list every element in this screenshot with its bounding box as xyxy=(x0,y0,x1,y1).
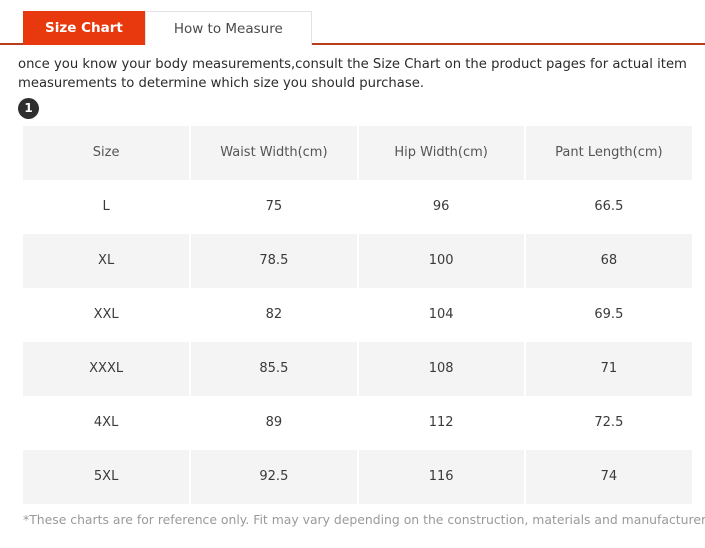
column-header-size: Size xyxy=(23,125,192,180)
cell-waist-width: 82 xyxy=(190,287,359,342)
column-header-waist-width: Waist Width(cm) xyxy=(190,125,359,180)
cell-pant-length: 74 xyxy=(600,469,618,485)
table-row: XL 78.5 100 68 xyxy=(23,233,692,288)
cell-hip-width: 96 xyxy=(357,179,526,234)
cell-hip-width: 112 xyxy=(357,395,526,450)
cell-size: XXL xyxy=(23,287,192,342)
tab-size-chart[interactable]: Size Chart xyxy=(23,11,145,45)
cell-size: XL xyxy=(23,233,192,288)
cell-waist-width: 75 xyxy=(190,179,359,234)
cell-size: 5XL xyxy=(23,449,192,504)
cell-hip-width: 116 xyxy=(357,449,526,504)
table-header-row: Size Waist Width(cm) Hip Width(cm) Pant … xyxy=(23,125,692,180)
cell-size: XXXL xyxy=(23,341,192,396)
tab-how-to-measure-label: How to Measure xyxy=(173,20,283,37)
description-text: once you know your body measurements,con… xyxy=(18,57,687,91)
column-header-pant-length: Pant Length(cm) xyxy=(555,145,663,161)
table-row: L 75 96 66.5 xyxy=(23,179,692,234)
cell-hip-width: 108 xyxy=(357,341,526,396)
cell-hip-width: 104 xyxy=(357,287,526,342)
size-table-body: L 75 96 66.5 XL 78.5 100 68 XXL 82 104 6… xyxy=(23,179,692,504)
cell-pant-length: 72.5 xyxy=(594,415,624,431)
tab-how-to-measure[interactable]: How to Measure xyxy=(144,11,312,45)
tab-size-chart-label: Size Chart xyxy=(45,20,123,36)
cell-waist-width: 85.5 xyxy=(190,341,359,396)
step-badge-row: 1 xyxy=(0,93,705,119)
column-header-hip-width: Hip Width(cm) xyxy=(357,125,526,180)
size-table: Size Waist Width(cm) Hip Width(cm) Pant … xyxy=(23,125,692,504)
cell-waist-width: 78.5 xyxy=(190,233,359,288)
table-row: XXXL 85.5 108 71 xyxy=(23,341,692,396)
cell-pant-length: 66.5 xyxy=(594,199,624,215)
size-table-head: Size Waist Width(cm) Hip Width(cm) Pant … xyxy=(23,125,692,180)
cell-size: 4XL xyxy=(23,395,192,450)
cell-waist-width: 92.5 xyxy=(190,449,359,504)
footnote-text: *These charts are for reference only. Fi… xyxy=(23,511,705,527)
table-row: XXL 82 104 69.5 xyxy=(23,287,692,342)
table-row: 4XL 89 112 72.5 xyxy=(23,395,692,450)
cell-size: L xyxy=(23,179,192,234)
table-row: 5XL 92.5 116 74 xyxy=(23,449,692,504)
cell-waist-width: 89 xyxy=(190,395,359,450)
size-chart-panel: Size Chart How to Measure once you know … xyxy=(0,0,705,548)
cell-pant-length: 71 xyxy=(600,361,618,377)
cell-hip-width: 100 xyxy=(357,233,526,288)
tab-bar: Size Chart How to Measure xyxy=(0,0,705,45)
cell-pant-length: 68 xyxy=(600,253,618,269)
step-number-badge: 1 xyxy=(18,97,39,119)
size-table-wrapper: Size Waist Width(cm) Hip Width(cm) Pant … xyxy=(23,125,692,504)
cell-pant-length: 69.5 xyxy=(594,307,624,323)
